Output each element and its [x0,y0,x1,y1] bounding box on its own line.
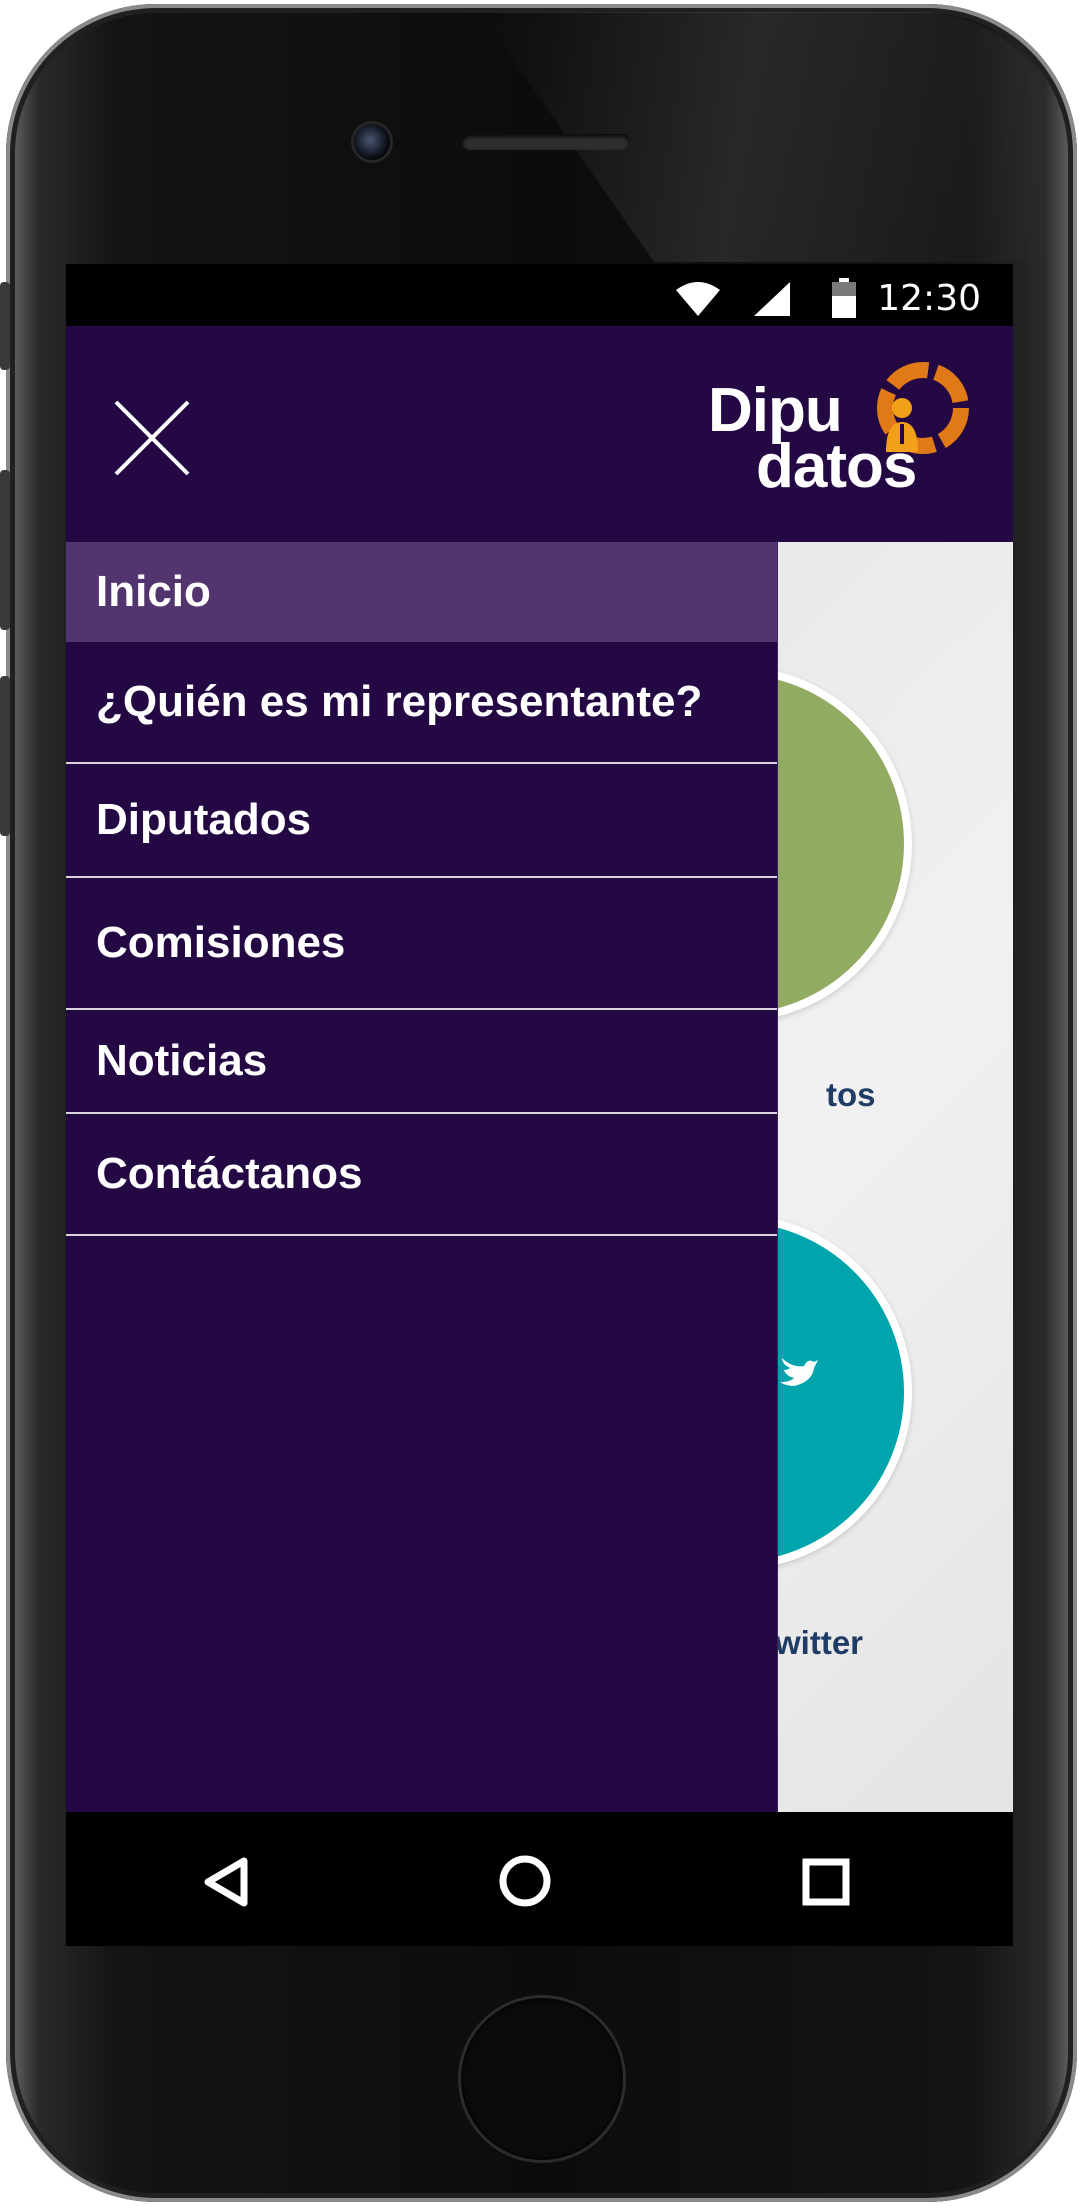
front-camera [354,124,390,160]
menu-item-label: Comisiones [96,918,346,967]
twitter-bird-icon [780,1358,818,1386]
menu-item-comisiones[interactable]: Comisiones [66,878,777,1008]
menu-divider [66,1234,777,1236]
recent-square-icon[interactable] [802,1858,850,1906]
status-time: 12:30 [877,278,981,319]
menu-item-quien-es-mi-representante[interactable]: ¿Quién es mi representante? [66,642,777,762]
menu-item-label: Noticias [96,1036,268,1085]
tile-diputados-label-fragment: tos [826,1076,876,1113]
dipudatos-logo: Dipu datos [708,356,988,506]
close-menu-button[interactable] [112,398,192,478]
phone-screen: 12:30 Dipu datos tos witter Inicio ¿Quié… [66,264,1013,1946]
tile-twitter-label-fragment: witter [775,1624,864,1661]
menu-item-label: ¿Quién es mi representante? [96,677,703,726]
earpiece-speaker [462,134,630,150]
logo-person-ring-icon [877,362,969,454]
menu-item-noticias[interactable]: Noticias [66,1010,777,1112]
menu-item-label: Diputados [96,795,312,844]
menu-item-label: Inicio [96,567,211,616]
menu-item-diputados[interactable]: Diputados [66,764,777,876]
back-triangle-icon[interactable] [202,1856,250,1908]
side-button-mute [0,282,10,370]
phone-home-button[interactable] [461,1998,623,2160]
battery-icon [832,278,856,318]
side-button-volume-down [0,676,10,836]
status-bar: 12:30 [66,264,1013,326]
android-navigation-bar [66,1812,1013,1946]
menu-item-contactanos[interactable]: Contáctanos [66,1114,777,1234]
navigation-drawer: Inicio ¿Quién es mi representante? Diput… [66,542,778,1812]
close-icon [114,400,190,476]
home-circle-icon[interactable] [498,1854,552,1908]
menu-item-inicio[interactable]: Inicio [66,542,777,642]
menu-item-label: Contáctanos [96,1149,363,1198]
app-header: Dipu datos [66,326,1013,542]
side-button-volume-up [0,470,10,630]
wifi-icon [676,282,720,316]
signal-icon [754,282,790,316]
